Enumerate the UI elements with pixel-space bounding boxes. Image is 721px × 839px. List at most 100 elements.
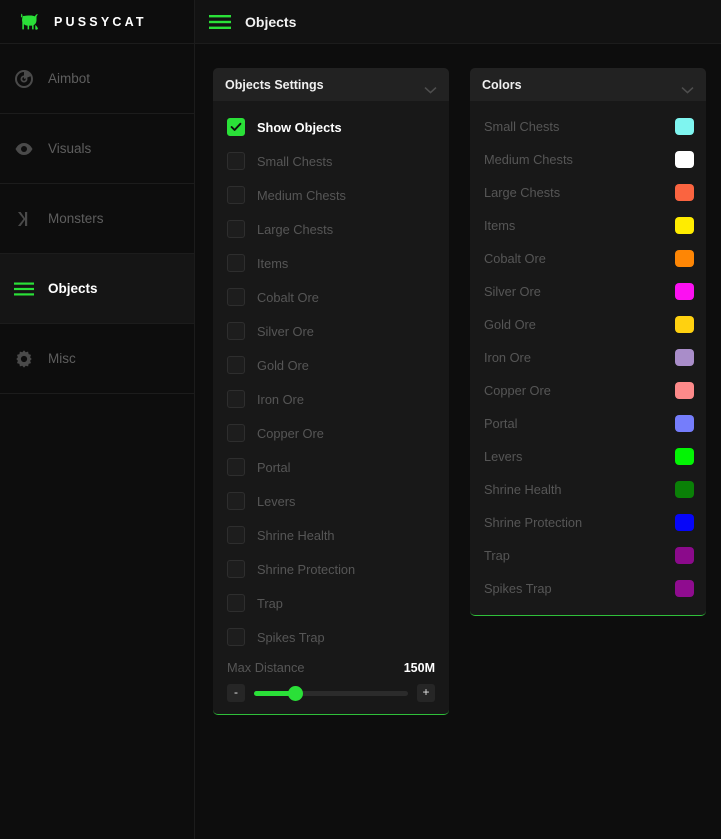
color-swatch[interactable] — [675, 580, 694, 597]
color-label: Trap — [484, 548, 510, 563]
checkbox-box[interactable] — [227, 492, 245, 510]
checkbox-label: Portal — [257, 460, 290, 475]
color-row-copper-ore: Copper Ore — [470, 374, 706, 407]
color-swatch[interactable] — [675, 448, 694, 465]
checkbox-box[interactable] — [227, 390, 245, 408]
increment-button[interactable]: + — [417, 684, 435, 702]
color-swatch[interactable] — [675, 514, 694, 531]
checkbox-label: Trap — [257, 596, 283, 611]
color-swatch[interactable] — [675, 349, 694, 366]
sidebar-item-misc[interactable]: Misc — [0, 324, 194, 394]
sidebar-item-monsters[interactable]: Monsters — [0, 184, 194, 254]
checkbox-row-levers[interactable]: Levers — [213, 484, 449, 518]
checkbox-row-items[interactable]: Items — [213, 246, 449, 280]
checkbox-box[interactable] — [227, 458, 245, 476]
sidebar-item-label: Monsters — [48, 211, 104, 226]
checkbox-box[interactable] — [227, 118, 245, 136]
color-label: Copper Ore — [484, 383, 551, 398]
sidebar-item-visuals[interactable]: Visuals — [0, 114, 194, 184]
checkbox-box[interactable] — [227, 152, 245, 170]
color-swatch[interactable] — [675, 481, 694, 498]
checkbox-box[interactable] — [227, 424, 245, 442]
max-distance-label: Max Distance — [227, 660, 305, 675]
sidebar-item-objects[interactable]: Objects — [0, 254, 194, 324]
chevron-down-icon[interactable] — [424, 81, 437, 89]
slider-track[interactable] — [254, 691, 408, 696]
panel-title: Colors — [482, 78, 522, 92]
color-row-spikes-trap: Spikes Trap — [470, 572, 706, 605]
checkbox-label: Medium Chests — [257, 188, 346, 203]
checkbox-row-spikes-trap[interactable]: Spikes Trap — [213, 620, 449, 654]
checkbox-row-show-objects[interactable]: Show Objects — [213, 110, 449, 144]
checkbox-box[interactable] — [227, 560, 245, 578]
checkbox-box[interactable] — [227, 288, 245, 306]
checkbox-label: Spikes Trap — [257, 630, 325, 645]
sidebar-item-aimbot[interactable]: Aimbot — [0, 44, 194, 114]
monster-x-icon — [14, 209, 34, 229]
checkbox-row-iron-ore[interactable]: Iron Ore — [213, 382, 449, 416]
color-row-trap: Trap — [470, 539, 706, 572]
checkbox-row-large-chests[interactable]: Large Chests — [213, 212, 449, 246]
color-swatch[interactable] — [675, 547, 694, 564]
checkbox-row-silver-ore[interactable]: Silver Ore — [213, 314, 449, 348]
color-swatch[interactable] — [675, 415, 694, 432]
max-distance-control: - + — [227, 684, 435, 702]
color-swatch[interactable] — [675, 118, 694, 135]
checkbox-row-shrine-health[interactable]: Shrine Health — [213, 518, 449, 552]
color-swatch[interactable] — [675, 283, 694, 300]
color-row-levers: Levers — [470, 440, 706, 473]
checkbox-box[interactable] — [227, 322, 245, 340]
color-label: Small Chests — [484, 119, 559, 134]
panel-title: Objects Settings — [225, 78, 324, 92]
color-label: Cobalt Ore — [484, 251, 546, 266]
sidebar-item-label: Misc — [48, 351, 76, 366]
checkbox-box[interactable] — [227, 254, 245, 272]
checkbox-box[interactable] — [227, 220, 245, 238]
checkbox-row-portal[interactable]: Portal — [213, 450, 449, 484]
color-row-small-chests: Small Chests — [470, 110, 706, 143]
checkbox-label: Items — [257, 256, 288, 271]
color-swatch[interactable] — [675, 316, 694, 333]
colors-header[interactable]: Colors — [470, 68, 706, 101]
checkbox-box[interactable] — [227, 628, 245, 646]
top-bar: PUSSYCAT Objects — [0, 0, 721, 44]
checkbox-box[interactable] — [227, 526, 245, 544]
checkbox-label: Shrine Protection — [257, 562, 355, 577]
checkbox-row-small-chests[interactable]: Small Chests — [213, 144, 449, 178]
color-swatch[interactable] — [675, 382, 694, 399]
color-row-iron-ore: Iron Ore — [470, 341, 706, 374]
sidebar-item-label: Aimbot — [48, 71, 90, 86]
checkbox-box[interactable] — [227, 186, 245, 204]
color-row-items: Items — [470, 209, 706, 242]
color-row-large-chests: Large Chests — [470, 176, 706, 209]
lines-icon — [14, 279, 34, 299]
color-swatch[interactable] — [675, 184, 694, 201]
objects-settings-body: Show Objects Small Chests Medium Chests … — [213, 101, 449, 714]
checkbox-row-gold-ore[interactable]: Gold Ore — [213, 348, 449, 382]
checkbox-label: Cobalt Ore — [257, 290, 319, 305]
color-swatch[interactable] — [675, 151, 694, 168]
checkbox-row-medium-chests[interactable]: Medium Chests — [213, 178, 449, 212]
max-distance-slider-block: Max Distance 150M - + — [213, 654, 449, 704]
color-swatch[interactable] — [675, 217, 694, 234]
hamburger-menu-icon[interactable] — [209, 14, 231, 30]
cat-icon — [16, 9, 42, 35]
slider-knob[interactable] — [288, 686, 303, 701]
checkbox-row-shrine-protection[interactable]: Shrine Protection — [213, 552, 449, 586]
max-distance-header: Max Distance 150M — [227, 660, 435, 675]
decrement-button[interactable]: - — [227, 684, 245, 702]
color-label: Iron Ore — [484, 350, 531, 365]
checkbox-row-trap[interactable]: Trap — [213, 586, 449, 620]
checkbox-box[interactable] — [227, 356, 245, 374]
checkbox-box[interactable] — [227, 594, 245, 612]
checkbox-row-cobalt-ore[interactable]: Cobalt Ore — [213, 280, 449, 314]
color-swatch[interactable] — [675, 250, 694, 267]
sidebar: Aimbot Visuals Monsters — [0, 44, 195, 839]
objects-settings-header[interactable]: Objects Settings — [213, 68, 449, 101]
app-window: PUSSYCAT Objects — [0, 0, 721, 839]
page-title: Objects — [245, 14, 296, 30]
checkbox-row-copper-ore[interactable]: Copper Ore — [213, 416, 449, 450]
top-bar-main: Objects — [195, 0, 721, 43]
chevron-down-icon[interactable] — [681, 81, 694, 89]
color-label: Gold Ore — [484, 317, 536, 332]
